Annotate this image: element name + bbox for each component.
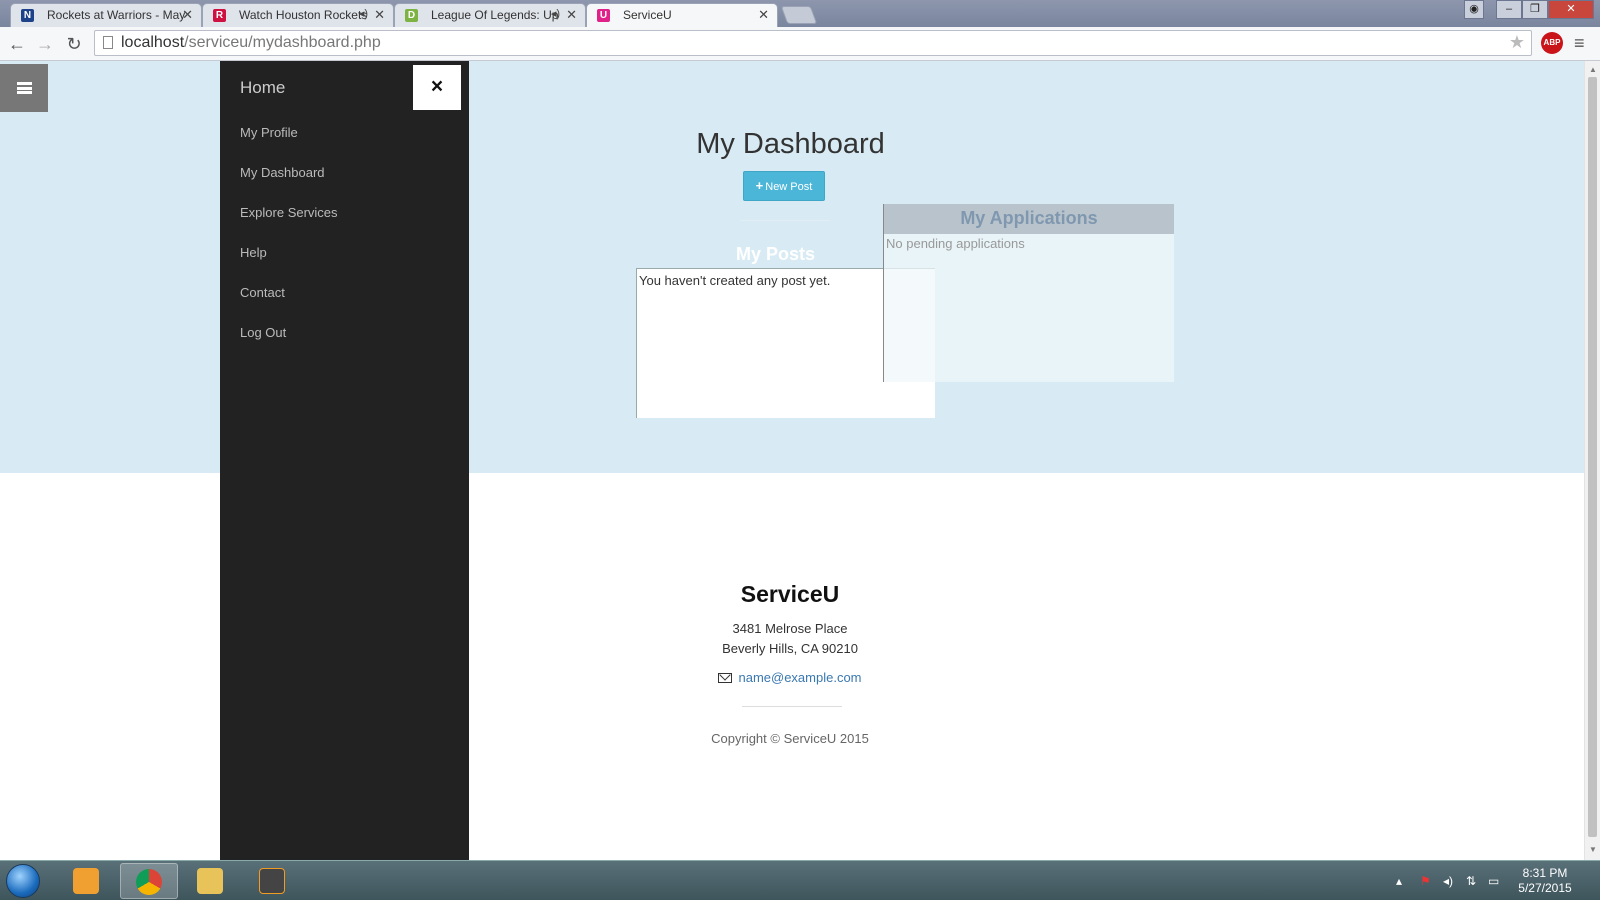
- folder-icon: [197, 868, 223, 894]
- reload-icon[interactable]: ↻: [63, 33, 85, 55]
- applications-heading: My Applications: [884, 204, 1174, 234]
- tab-close-icon[interactable]: ✕: [758, 7, 769, 23]
- divider: [740, 220, 830, 221]
- user-icon[interactable]: ◉: [1464, 0, 1484, 19]
- display-icon[interactable]: ▭: [1488, 874, 1499, 888]
- new-post-button[interactable]: + New Post: [743, 171, 825, 201]
- tab-close-icon[interactable]: ✕: [374, 7, 385, 23]
- footer-address-line2: Beverly Hills, CA 90210: [722, 641, 858, 656]
- scrollbar-thumb[interactable]: [1588, 77, 1597, 837]
- rocket-logo-icon: R: [213, 9, 226, 22]
- tab-title: Watch Houston Rockets: [239, 8, 368, 22]
- sidebar-item-my-profile[interactable]: My Profile: [240, 125, 338, 165]
- tab-title: Rockets at Warriors - May: [47, 8, 186, 22]
- back-arrow-icon[interactable]: ←: [6, 33, 28, 55]
- minimize-button[interactable]: –: [1496, 0, 1522, 19]
- plus-icon: +: [755, 178, 764, 193]
- address-bar[interactable]: localhost/serviceu/mydashboard.php ★: [94, 30, 1532, 56]
- browser-tab[interactable]: N Rockets at Warriors - May ✕: [10, 3, 202, 27]
- posts-empty-message: You haven't created any post yet.: [639, 273, 831, 288]
- taskbar-media-player[interactable]: [58, 863, 116, 899]
- sidebar-item-log-out[interactable]: Log Out: [240, 325, 338, 365]
- serviceu-logo-icon: U: [597, 9, 610, 22]
- url-path: /serviceu/mydashboard.php: [184, 34, 381, 51]
- sublime-text-icon: [259, 868, 285, 894]
- sidebar-brand-home[interactable]: Home: [240, 78, 285, 98]
- network-icon[interactable]: ⇅: [1466, 874, 1476, 888]
- scroll-down-icon[interactable]: ▼: [1589, 845, 1597, 854]
- tab-title: League Of Legends: Up: [431, 8, 559, 22]
- sidebar-close-icon[interactable]: ×: [413, 65, 461, 110]
- page-scrollbar[interactable]: ▲ ▼: [1584, 61, 1600, 860]
- browser-tab[interactable]: D League Of Legends: Up ◂) ✕: [394, 3, 586, 27]
- hamburger-icon: [17, 82, 32, 94]
- my-posts-heading: My Posts: [736, 244, 816, 264]
- browser-tabstrip: N Rockets at Warriors - May ✕ R Watch Ho…: [0, 0, 1600, 27]
- page-title: My Dashboard: [696, 128, 885, 160]
- scroll-up-icon[interactable]: ▲: [1589, 65, 1597, 74]
- sidebar-item-my-dashboard[interactable]: My Dashboard: [240, 165, 338, 205]
- divider: [742, 706, 842, 707]
- browser-tab-active[interactable]: U ServiceU ✕: [586, 3, 778, 27]
- url-host: localhost: [121, 34, 185, 51]
- taskbar-file-explorer[interactable]: [182, 863, 240, 899]
- applications-empty-message: No pending applications: [886, 236, 1025, 251]
- page-icon: [103, 36, 113, 49]
- sidebar: Home × My Profile My Dashboard Explore S…: [220, 61, 469, 860]
- nba-logo-icon: N: [21, 9, 34, 22]
- clock-time: 8:31 PM: [1522, 866, 1568, 880]
- new-post-label: New Post: [765, 181, 813, 193]
- action-center-flag-icon[interactable]: ⚑: [1420, 874, 1431, 888]
- taskbar: ▴ ⚑ ◂) ⇅ ▭ 8:31 PM 5/27/2015: [0, 860, 1600, 900]
- browser-menu-icon[interactable]: ≡: [1574, 33, 1592, 54]
- sidebar-item-help[interactable]: Help: [240, 245, 338, 285]
- adblock-extension-icon[interactable]: ABP: [1541, 32, 1563, 54]
- bookmark-star-icon[interactable]: ★: [1509, 32, 1525, 53]
- applications-panel: My Applications No pending applications: [883, 204, 1174, 382]
- menu-toggle-button[interactable]: [0, 64, 48, 112]
- clock-date: 5/27/2015: [1518, 881, 1572, 895]
- sidebar-item-explore-services[interactable]: Explore Services: [240, 205, 338, 245]
- taskbar-chrome[interactable]: [120, 863, 178, 899]
- footer-email-text[interactable]: name@example.com: [738, 670, 861, 685]
- tab-title: ServiceU: [623, 8, 672, 22]
- forward-arrow-icon[interactable]: →: [34, 33, 56, 55]
- browser-toolbar: ← → ↻ localhost/serviceu/mydashboard.php…: [0, 27, 1600, 61]
- tab-close-icon[interactable]: ✕: [566, 7, 577, 23]
- speaker-icon: ◂): [550, 8, 560, 20]
- tray-expand-icon[interactable]: ▴: [1396, 874, 1402, 888]
- sidebar-item-contact[interactable]: Contact: [240, 285, 338, 325]
- new-tab-button[interactable]: [780, 6, 818, 24]
- footer-address-line1: 3481 Melrose Place: [732, 621, 848, 636]
- start-button[interactable]: [6, 864, 40, 898]
- media-player-icon: [73, 868, 99, 894]
- footer-brand: ServiceU: [740, 581, 840, 607]
- chrome-icon: [136, 869, 162, 895]
- window-close-button[interactable]: ✕: [1548, 0, 1594, 19]
- system-clock[interactable]: 8:31 PM 5/27/2015: [1510, 866, 1580, 896]
- maximize-button[interactable]: ❐: [1522, 0, 1548, 19]
- speaker-icon: ◂): [358, 8, 368, 20]
- browser-tab[interactable]: R Watch Houston Rockets ◂) ✕: [202, 3, 394, 27]
- footer-email-link[interactable]: name@example.com: [700, 670, 880, 685]
- letter-d-logo-icon: D: [405, 9, 418, 22]
- taskbar-sublime[interactable]: [244, 863, 302, 899]
- volume-icon[interactable]: ◂): [1443, 874, 1453, 888]
- copyright: Copyright © ServiceU 2015: [711, 731, 869, 746]
- tab-close-icon[interactable]: ✕: [182, 7, 193, 23]
- page-viewport: My Dashboard + New Post My Posts You have…: [0, 61, 1584, 860]
- envelope-icon: [718, 673, 733, 683]
- sidebar-menu: My Profile My Dashboard Explore Services…: [240, 125, 338, 365]
